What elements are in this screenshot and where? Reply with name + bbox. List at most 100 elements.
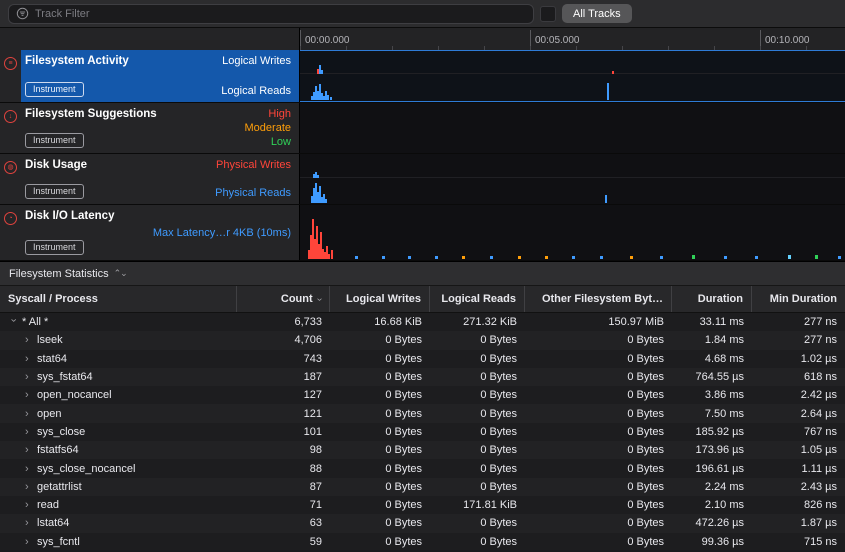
time-ruler[interactable]: 00:00.000 00:05.000 00:10.000 [300, 28, 845, 50]
lane-divider [300, 73, 845, 74]
disclosure-chevron[interactable]: › [25, 353, 32, 365]
table-row[interactable]: ›fstatfs64980 Bytes0 Bytes0 Bytes173.96 … [0, 441, 845, 459]
table-row[interactable]: ›sys_close_nocancel880 Bytes0 Bytes0 Byt… [0, 459, 845, 477]
track-header[interactable]: ↓ Filesystem Suggestions Instrument High… [0, 103, 300, 153]
track-filesystem-activity[interactable]: ≡ Filesystem Activity Instrument Logical… [0, 50, 845, 103]
disclosure-chevron[interactable]: › [25, 444, 32, 456]
syscall-cell: › sys_fstat64 [0, 371, 237, 383]
column-header-syscall-process[interactable]: Syscall / Process [0, 286, 237, 312]
cell-other-filesystem-bytes: 0 Bytes [525, 408, 672, 420]
cell-logical-writes: 0 Bytes [330, 536, 430, 548]
track-filter-field[interactable] [8, 4, 534, 24]
column-header-count[interactable]: Count › [237, 286, 330, 312]
cell-other-filesystem-bytes: 0 Bytes [525, 444, 672, 456]
table-row[interactable]: ›sys_fcntl590 Bytes0 Bytes0 Bytes99.36 µ… [0, 533, 845, 551]
series-label: Max Latency…r 4KB (10ms) [153, 227, 291, 239]
table-row[interactable]: ›getattrlist870 Bytes0 Bytes0 Bytes2.24 … [0, 478, 845, 496]
all-tracks-button[interactable]: All Tracks [562, 4, 632, 23]
table-row[interactable]: ›stat647430 Bytes0 Bytes0 Bytes4.68 ms1.… [0, 350, 845, 368]
cell-logical-writes: 16.68 KiB [330, 316, 430, 328]
cell-logical-reads: 0 Bytes [430, 426, 525, 438]
cell-duration: 173.96 µs [672, 444, 752, 456]
table-row[interactable]: ›read710 Bytes171.81 KiB0 Bytes2.10 ms82… [0, 496, 845, 514]
cell-min-duration: 1.05 µs [752, 444, 845, 456]
table-row[interactable]: ›sys_fstat641870 Bytes0 Bytes0 Bytes764.… [0, 368, 845, 386]
cell-other-filesystem-bytes: 0 Bytes [525, 426, 672, 438]
column-header-min-duration[interactable]: Min Duration [752, 286, 845, 312]
table-row[interactable]: ›open_nocancel1270 Bytes0 Bytes0 Bytes3.… [0, 386, 845, 404]
column-header-duration[interactable]: Duration [672, 286, 752, 312]
cell-logical-reads: 0 Bytes [430, 334, 525, 346]
disclosure-chevron[interactable]: › [25, 371, 32, 383]
disclosure-chevron[interactable]: › [25, 517, 32, 529]
chart-spike [612, 71, 614, 74]
cell-logical-reads: 0 Bytes [430, 463, 525, 475]
cell-other-filesystem-bytes: 0 Bytes [525, 334, 672, 346]
cell-logical-writes: 0 Bytes [330, 371, 430, 383]
detail-view-selector[interactable]: Filesystem Statistics ⌃⌄ [0, 262, 845, 286]
instrument-badge: Instrument [25, 82, 84, 97]
disclosure-chevron[interactable]: › [25, 408, 32, 420]
cell-duration: 33.11 ms [672, 316, 752, 328]
cell-logical-reads: 0 Bytes [430, 353, 525, 365]
syscall-cell: ›sys_fcntl [0, 536, 237, 548]
chart-spike [435, 256, 438, 259]
table-row[interactable]: ›open1210 Bytes0 Bytes0 Bytes7.50 ms2.64… [0, 404, 845, 422]
track-chart-disk-usage[interactable] [300, 154, 845, 204]
track-disk-io-latency[interactable]: ◔ Disk I/O Latency Instrument Max Latenc… [0, 205, 845, 261]
track-filter-input[interactable] [35, 8, 526, 20]
syscall-cell: ›* All * [0, 316, 237, 328]
track-header[interactable]: ≡ Filesystem Activity Instrument Logical… [0, 50, 300, 102]
chart-spike [321, 70, 323, 74]
table-row[interactable]: ›sys_close1010 Bytes0 Bytes0 Bytes185.92… [0, 423, 845, 441]
track-header[interactable]: ◍ Disk Usage Instrument Physical Writes … [0, 154, 300, 204]
track-disk-usage[interactable]: ◍ Disk Usage Instrument Physical Writes … [0, 154, 845, 205]
filesystem-activity-icon: ≡ [4, 57, 17, 70]
track-header[interactable]: ◔ Disk I/O Latency Instrument Max Latenc… [0, 205, 300, 260]
syscall-cell: ›read [0, 499, 237, 511]
disclosure-chevron[interactable]: › [8, 319, 20, 326]
disclosure-chevron[interactable]: › [25, 536, 32, 548]
series-label: Low [271, 136, 291, 148]
cell-min-duration: 618 ns [752, 371, 845, 383]
instrument-badge: Instrument [25, 184, 84, 199]
disclosure-chevron[interactable]: › [25, 499, 32, 511]
cell-count: 743 [237, 353, 330, 365]
column-header-logical-reads[interactable]: Logical Reads [430, 286, 525, 312]
series-label: High [268, 108, 291, 120]
disk-usage-icon: ◍ [4, 161, 17, 174]
syscall-name: sys_fstat64 [37, 371, 93, 383]
cell-min-duration: 1.87 µs [752, 517, 845, 529]
syscall-name: fstatfs64 [37, 444, 79, 456]
column-header-logical-writes[interactable]: Logical Writes [330, 286, 430, 312]
track-chart-disk-io-latency[interactable] [300, 205, 845, 260]
disclosure-chevron[interactable]: › [25, 334, 32, 346]
disclosure-chevron[interactable]: › [25, 426, 32, 438]
syscall-cell: ›sys_close_nocancel [0, 463, 237, 475]
chart-spike [660, 256, 663, 259]
cell-min-duration: 715 ns [752, 536, 845, 548]
cell-logical-reads: 0 Bytes [430, 536, 525, 548]
syscall-cell: ›open [0, 408, 237, 420]
track-chart-filesystem-suggestions[interactable] [300, 103, 845, 153]
chart-spike [317, 175, 319, 178]
track-filesystem-suggestions[interactable]: ↓ Filesystem Suggestions Instrument High… [0, 103, 845, 154]
chart-spike [328, 254, 330, 259]
column-header-other-filesystem-bytes[interactable]: Other Filesystem Byt… [525, 286, 672, 312]
disclosure-chevron[interactable]: › [25, 463, 32, 475]
chart-spike [462, 256, 465, 259]
cell-duration: 472.26 µs [672, 517, 752, 529]
cell-other-filesystem-bytes: 0 Bytes [525, 517, 672, 529]
chevron-updown-icon: ⌃⌄ [114, 268, 127, 279]
cell-other-filesystem-bytes: 0 Bytes [525, 536, 672, 548]
disclosure-chevron[interactable]: › [25, 481, 32, 493]
track-chart-filesystem-activity[interactable] [300, 50, 845, 102]
chart-spike [692, 255, 695, 259]
filter-options-button[interactable] [540, 6, 556, 22]
disclosure-chevron[interactable]: › [25, 389, 32, 401]
table-row[interactable]: ›lstat64630 Bytes0 Bytes0 Bytes472.26 µs… [0, 514, 845, 532]
table-row[interactable]: ›* All *6,73316.68 KiB271.32 KiB150.97 M… [0, 313, 845, 331]
table-row[interactable]: ›lseek4,7060 Bytes0 Bytes0 Bytes1.84 ms2… [0, 331, 845, 349]
series-label: Physical Writes [216, 159, 291, 171]
cell-count: 121 [237, 408, 330, 420]
